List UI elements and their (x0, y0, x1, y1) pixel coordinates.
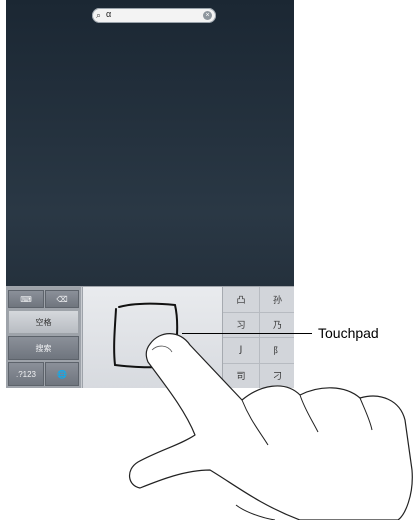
callout-label: Touchpad (318, 325, 379, 341)
hand-illustration (129, 333, 413, 520)
callout-line (182, 333, 312, 334)
